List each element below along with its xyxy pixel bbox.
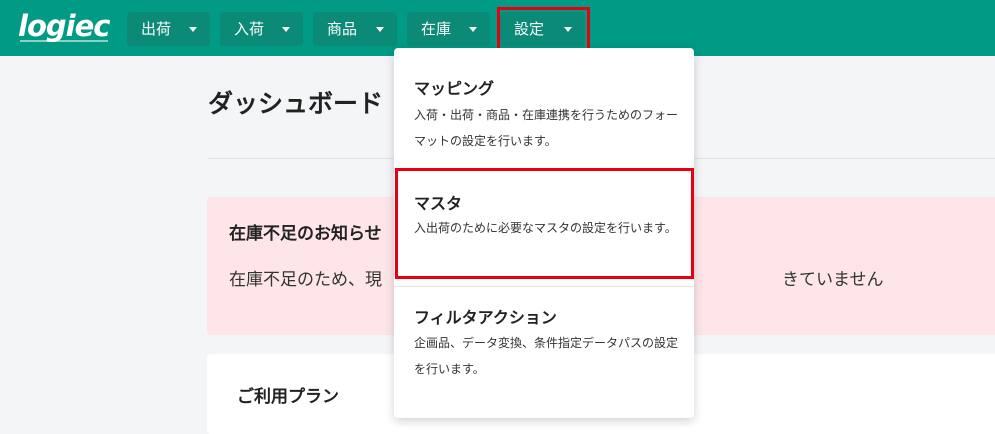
logiec-logo[interactable]: logiec: [18, 9, 110, 43]
menu-item-mapping-desc: 入荷・出荷・商品・在庫連携を行うためのフォーマットの設定を行います。: [414, 108, 679, 148]
settings-highlight-box: [497, 7, 590, 54]
menu-item-filter-action[interactable]: フィルタアクション 企画品、データ変換、条件指定データパスの設定を行います。: [394, 287, 694, 407]
nav-receiving-button[interactable]: 入荷: [220, 12, 303, 46]
caret-down-icon: [282, 27, 290, 32]
logo-underline: [20, 40, 108, 42]
menu-item-filter-action-desc: 企画品、データ変換、条件指定データパスの設定を行います。: [414, 336, 679, 376]
master-highlight-box: [395, 168, 694, 279]
nav-products-label: 商品: [327, 20, 358, 38]
nav-products-button[interactable]: 商品: [313, 12, 397, 46]
nav-inventory-button[interactable]: 在庫: [407, 12, 490, 46]
plan-title: ご利用プラン: [237, 387, 339, 407]
nav-shipping-button[interactable]: 出荷: [127, 12, 210, 46]
caret-down-icon: [189, 27, 197, 32]
nav-shipping-label: 出荷: [141, 20, 172, 38]
alert-body-end: きていません: [782, 270, 884, 290]
alert-title: 在庫不足のお知らせ: [229, 224, 382, 244]
nav-inventory-label: 在庫: [421, 20, 452, 38]
menu-item-mapping[interactable]: マッピング 入荷・出荷・商品・在庫連携を行うためのフォーマットの設定を行います。: [394, 48, 694, 168]
caret-down-icon: [376, 27, 384, 32]
nav-receiving-label: 入荷: [234, 20, 265, 38]
menu-item-mapping-title: マッピング: [414, 79, 495, 98]
page-title: ダッシュボード: [208, 89, 384, 118]
caret-down-icon: [469, 27, 477, 32]
alert-body-start: 在庫不足のため、現: [229, 270, 382, 290]
menu-item-filter-action-title: フィルタアクション: [414, 308, 557, 327]
